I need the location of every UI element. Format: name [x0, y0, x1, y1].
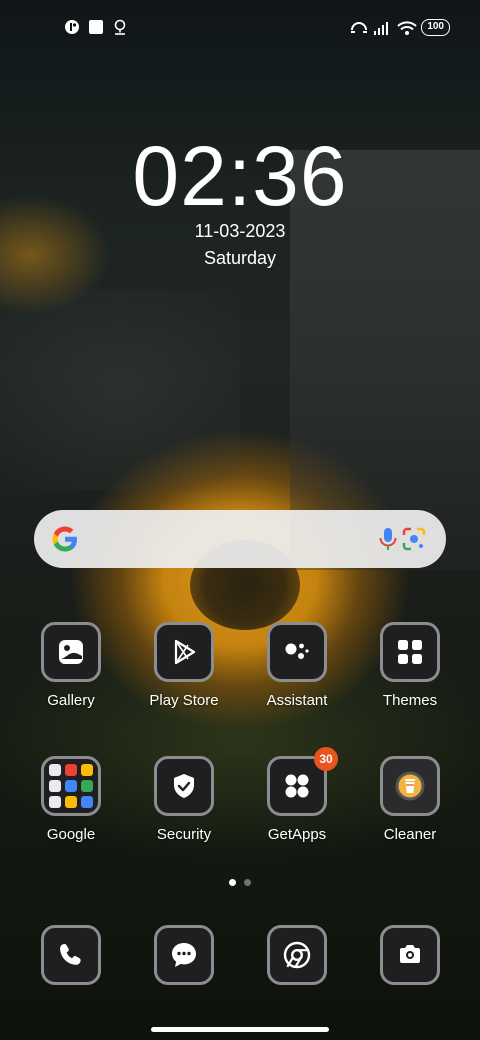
clock-day[interactable]: Saturday [0, 248, 480, 269]
wallpaper-bush [0, 290, 240, 490]
clock-time[interactable]: 02:36 [0, 128, 480, 225]
notification-icon [64, 19, 80, 35]
mic-icon[interactable] [374, 525, 402, 553]
app-label: Cleaner [383, 826, 437, 843]
wifi-icon [397, 20, 418, 36]
app-themes[interactable]: Themes [355, 622, 465, 709]
app-label: Security [156, 826, 212, 843]
dock-camera[interactable] [355, 925, 465, 985]
shield-icon [154, 756, 214, 816]
battery-indicator: 100 [421, 19, 450, 36]
app-gallery[interactable]: Gallery [16, 622, 126, 709]
app-label: Google [46, 826, 96, 843]
clock-date[interactable]: 11-03-2023 [0, 221, 480, 242]
app-folder-google[interactable]: Google [16, 756, 126, 843]
app-label: Gallery [47, 692, 95, 709]
home-gesture-bar[interactable] [151, 1027, 329, 1032]
chrome-icon [267, 925, 327, 985]
app-label: GetApps [267, 826, 327, 843]
google-folder-icon [41, 756, 101, 816]
phone-icon [41, 925, 101, 985]
location-pin-icon [112, 19, 128, 35]
square-icon [88, 19, 104, 35]
getapps-icon: 30 [267, 747, 338, 816]
status-bar: 100 [0, 0, 480, 56]
dock-phone[interactable] [16, 925, 126, 985]
app-play-store[interactable]: Play Store [129, 622, 239, 709]
gallery-icon [41, 622, 101, 682]
hotspot-icon [349, 20, 368, 36]
page-dot-active[interactable] [229, 879, 236, 886]
notification-badge: 30 [314, 747, 338, 771]
dock-messages[interactable] [129, 925, 239, 985]
app-label: Assistant [266, 692, 328, 709]
page-indicator [0, 879, 480, 886]
signal-icon [373, 20, 389, 36]
app-label: Play Store [149, 692, 219, 709]
app-getapps[interactable]: 30 GetApps [242, 747, 352, 843]
google-search-bar[interactable] [34, 510, 446, 568]
themes-icon [380, 622, 440, 682]
camera-icon [380, 925, 440, 985]
page-dot-inactive[interactable] [244, 879, 251, 886]
google-logo-icon [50, 524, 80, 554]
app-security[interactable]: Security [129, 756, 239, 843]
messages-icon [154, 925, 214, 985]
dock-chrome[interactable] [242, 925, 352, 985]
app-label: Themes [382, 692, 438, 709]
assistant-icon [267, 622, 327, 682]
app-assistant[interactable]: Assistant [242, 622, 352, 709]
app-cleaner[interactable]: Cleaner [355, 756, 465, 843]
play-store-icon [154, 622, 214, 682]
lens-icon[interactable] [400, 525, 428, 553]
cleaner-icon [380, 756, 440, 816]
